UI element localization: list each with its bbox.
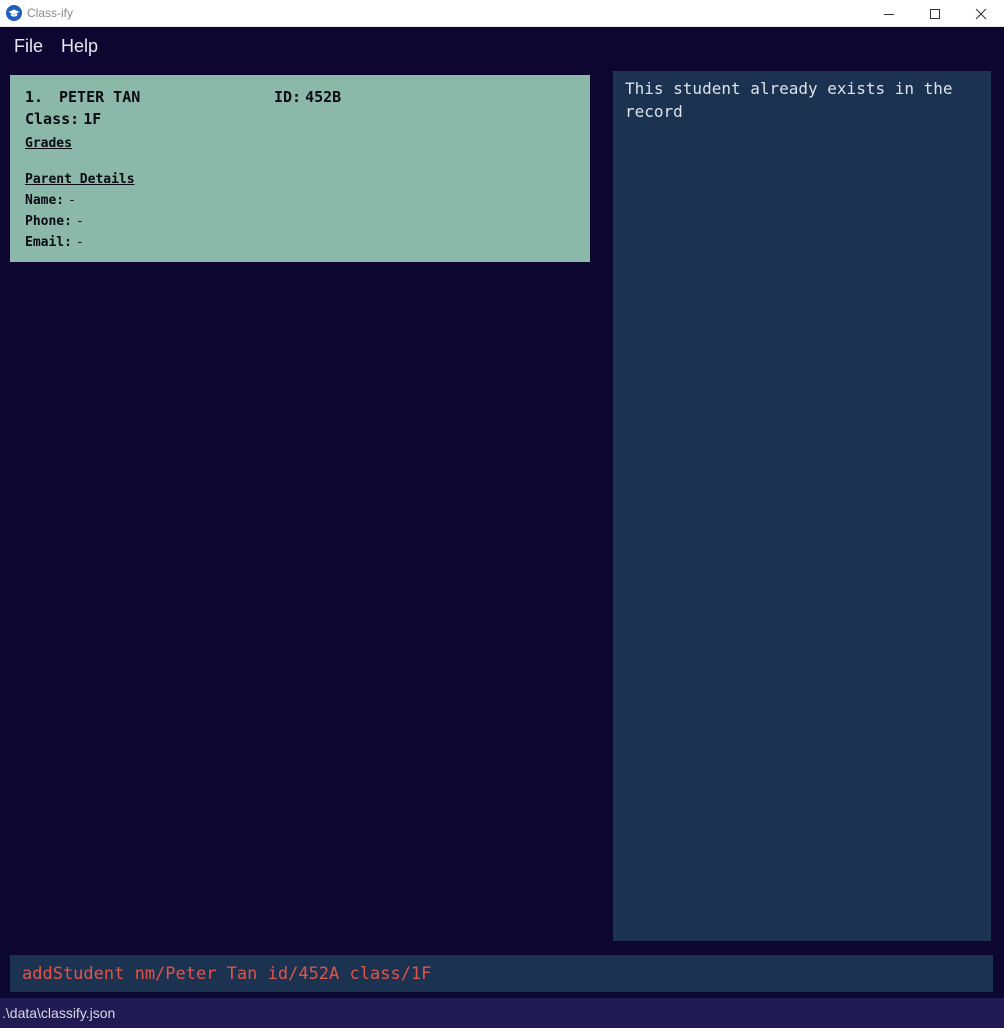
menu-help[interactable]: Help: [54, 36, 105, 57]
parent-email-label: Email:: [25, 235, 72, 250]
status-bar: .\data\classify.json: [0, 998, 1004, 1028]
minimize-button[interactable]: [866, 0, 912, 27]
parent-email-value: -: [75, 235, 84, 250]
close-button[interactable]: [958, 0, 1004, 27]
window-title: Class-ify: [27, 6, 74, 20]
student-class: Class: 1F: [25, 110, 101, 128]
student-index: 1.: [25, 88, 44, 106]
title-bar: Class-ify: [0, 0, 1004, 27]
maximize-icon: [930, 8, 940, 19]
student-id-label: ID:: [274, 88, 302, 106]
parent-email: Email: -: [25, 235, 84, 250]
student-card[interactable]: 1. PETER TAN ID: 452B Class: 1F Grades Par…: [10, 75, 590, 262]
result-message: This student already exists in the recor…: [625, 79, 963, 121]
student-class-value: 1F: [83, 110, 102, 128]
minimize-icon: [884, 13, 894, 15]
parent-name-label: Name:: [25, 193, 65, 208]
parent-phone-label: Phone:: [25, 214, 72, 229]
graduation-cap-icon: [6, 5, 22, 21]
save-location: .\data\classify.json: [2, 1005, 116, 1021]
student-class-label: Class:: [25, 110, 80, 128]
command-box: [10, 955, 993, 992]
result-display[interactable]: This student already exists in the recor…: [613, 71, 991, 941]
student-id: ID: 452B: [274, 88, 341, 106]
maximize-button[interactable]: [912, 0, 958, 27]
student-id-value: 452B: [305, 88, 342, 106]
command-input[interactable]: [22, 958, 982, 989]
student-name: PETER TAN: [59, 88, 141, 106]
grades-heading: Grades: [25, 136, 72, 151]
parent-phone: Phone: -: [25, 214, 84, 229]
menu-file[interactable]: File: [7, 36, 50, 57]
parent-details-heading: Parent Details: [25, 172, 135, 187]
parent-name: Name: -: [25, 193, 76, 208]
parent-phone-value: -: [75, 214, 84, 229]
parent-name-value: -: [68, 193, 76, 208]
close-icon: [975, 8, 987, 19]
menu-bar: File Help: [0, 28, 1004, 64]
